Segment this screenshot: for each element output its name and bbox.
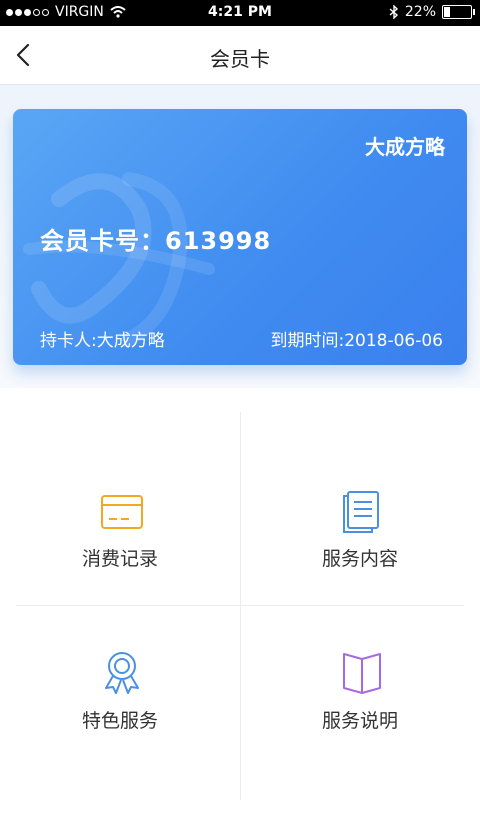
- membership-card: 大成方略 会员卡号：613998 持卡人:大成方略 到期时间:2018-06-0…: [13, 109, 467, 365]
- award-badge-icon: [105, 652, 139, 694]
- menu-item-label: 服务内容: [321, 548, 398, 570]
- card-brand: 大成方略: [365, 135, 445, 159]
- menu-item-label: 消费记录: [81, 548, 158, 570]
- status-bar: VIRGIN 4:21 PM 22%: [0, 0, 480, 26]
- card-section: 大成方略 会员卡号：613998 持卡人:大成方略 到期时间:2018-06-0…: [0, 85, 480, 388]
- page-title: 会员卡: [210, 47, 270, 71]
- card-icon: [101, 495, 143, 529]
- document-icon: [343, 491, 379, 533]
- menu-item-label: 服务说明: [321, 710, 398, 732]
- card-expiry: 到期时间:2018-06-06: [270, 331, 443, 351]
- card-number: 会员卡号：613998: [40, 227, 272, 255]
- battery-icon: [442, 5, 475, 19]
- menu-grid: 消费记录 服务内容 特色服务 服务说明: [0, 390, 480, 800]
- battery-percent: 22%: [404, 4, 436, 20]
- menu-item-featured-services[interactable]: 特色服务: [0, 650, 240, 840]
- menu-item-service-description[interactable]: 服务说明: [240, 650, 480, 840]
- menu-item-label: 特色服务: [81, 710, 158, 732]
- book-icon: [343, 653, 381, 694]
- navigation-bar: 会员卡: [0, 26, 480, 85]
- bluetooth-icon: [389, 5, 398, 19]
- card-holder: 持卡人:大成方略: [40, 331, 165, 351]
